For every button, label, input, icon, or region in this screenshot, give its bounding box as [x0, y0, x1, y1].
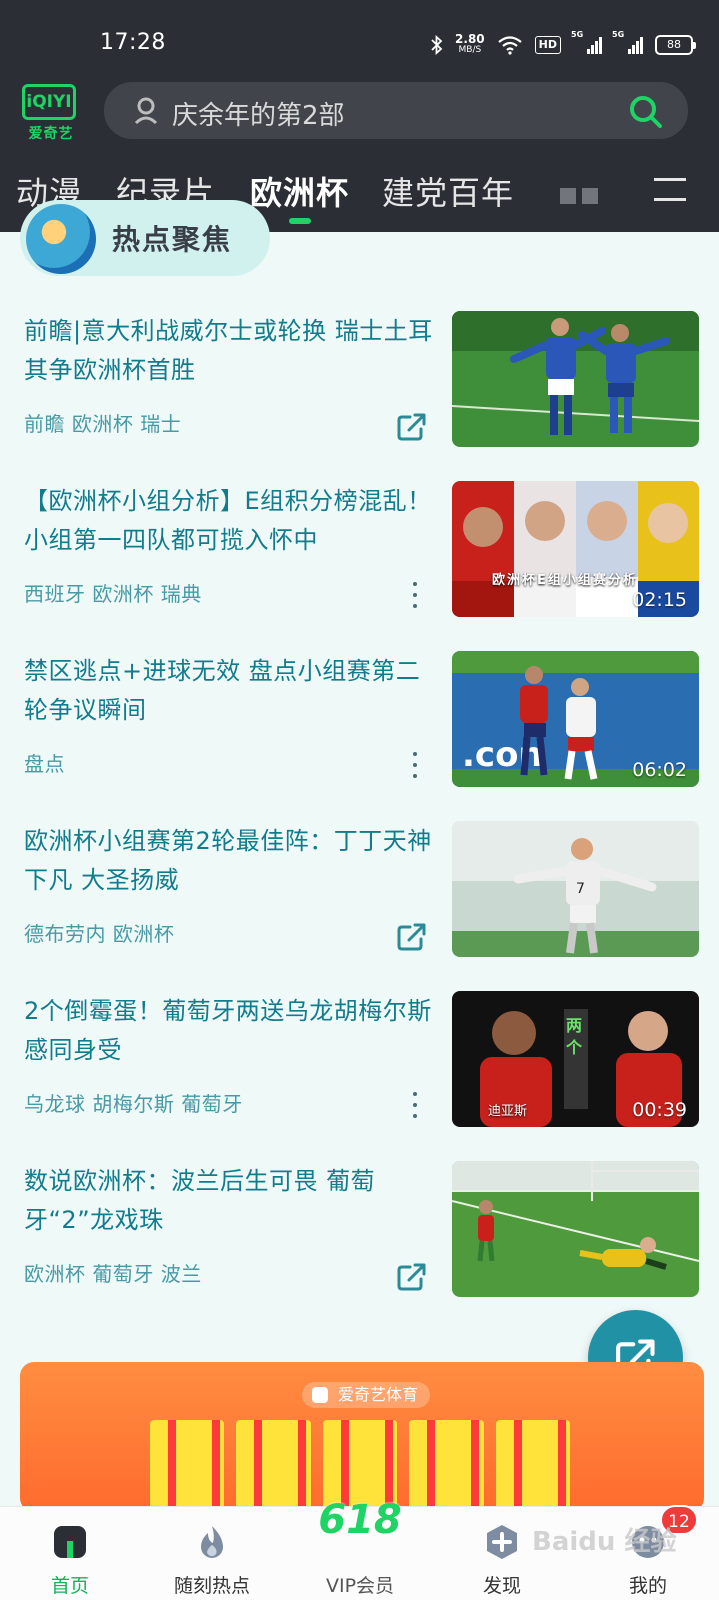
nav-hot-label: 随刻热点 — [173, 1575, 250, 1597]
nav-discover-label: 发现 — [482, 1575, 521, 1597]
feed-item[interactable]: 前瞻|意大利战威尔士或轮换 瑞士土耳其争欧洲杯首胜 前瞻 欧洲杯 瑞士 — [0, 300, 719, 450]
tab-euro-cup[interactable]: 欧洲杯 — [250, 168, 349, 214]
network-speed-value: 2.80 — [455, 32, 485, 46]
share-icon[interactable] — [396, 922, 428, 952]
vip-618-promo[interactable]: 618 — [300, 1493, 420, 1547]
network-speed-unit: MB/S — [458, 45, 482, 55]
video-thumbnail[interactable]: 7 — [452, 821, 699, 957]
feed-item-tags: 欧洲杯 葡萄牙 波兰 — [24, 1262, 202, 1286]
feed-item-title[interactable]: 2个倒霉蛋！葡萄牙两送乌龙胡梅尔斯感同身受 — [24, 992, 434, 1070]
feed-item-title[interactable]: 【欧洲杯小组分析】E组积分榜混乱！小组第一四队都可揽入怀中 — [24, 482, 434, 560]
feed-item[interactable]: 数说欧洲杯：波兰后生可畏 葡萄牙“2”龙戏珠 欧洲杯 葡萄牙 波兰 — [0, 1150, 719, 1300]
app-header: 17:28 2.80 MB/S HD 5G 5G 88 iQIYI 爱奇艺 庆余… — [0, 0, 719, 232]
wifi-icon — [497, 36, 522, 55]
feed-item[interactable]: 禁区逃点+进球无效 盘点小组赛第二轮争议瞬间 盘点 .con 06:02 — [0, 640, 719, 790]
hd-badge: HD — [534, 36, 561, 54]
feed-item-title[interactable]: 欧洲杯小组赛第2轮最佳阵：丁丁天神下凡 大圣扬威 — [24, 822, 434, 900]
more-icon[interactable] — [410, 1092, 420, 1118]
hot-focus-badge: 热点聚焦 — [20, 200, 270, 276]
thumbnail-image: 7 — [452, 821, 699, 957]
banner-brand: 爱奇艺体育 — [302, 1382, 431, 1408]
logo-text: 爱奇艺 — [28, 126, 74, 142]
search-icon[interactable] — [628, 94, 664, 130]
video-duration: 02:15 — [632, 589, 687, 611]
bluetooth-icon — [431, 35, 443, 55]
feed-item-tags: 乌龙球 胡梅尔斯 葡萄牙 — [24, 1092, 243, 1116]
flame-icon — [201, 1526, 223, 1558]
video-duration: 00:39 — [632, 1099, 687, 1121]
watermark: Baidu 经验 — [532, 1527, 677, 1557]
nav-home[interactable]: 首页 — [0, 1507, 140, 1600]
network-speed: 2.80 MB/S — [455, 32, 485, 56]
status-time: 17:28 — [100, 30, 166, 55]
more-icon[interactable] — [410, 582, 420, 608]
home-icon — [54, 1526, 86, 1558]
signal-label-2: 5G — [612, 30, 625, 39]
feed-item-title[interactable]: 数说欧洲杯：波兰后生可畏 葡萄牙“2”龙戏珠 — [24, 1162, 434, 1240]
video-thumbnail[interactable] — [452, 311, 699, 447]
location-pin-icon — [134, 97, 158, 125]
search-input[interactable]: 庆余年的第2部 — [172, 95, 345, 132]
nav-hot[interactable]: 随刻热点 — [142, 1507, 282, 1600]
channel-menu-icon[interactable] — [654, 178, 686, 202]
video-thumbnail[interactable]: 两 个 迪亚斯 00:39 — [452, 991, 699, 1127]
feed-item-tags: 前瞻 欧洲杯 瑞士 — [24, 412, 182, 436]
feed-item[interactable]: 【欧洲杯小组分析】E组积分榜混乱！小组第一四队都可揽入怀中 西班牙 欧洲杯 瑞典… — [0, 470, 719, 620]
nav-vip-label: VIP会员 — [325, 1575, 395, 1597]
nav-mine-label: 我的 — [628, 1575, 667, 1597]
tab-party-centenary[interactable]: 建党百年 — [382, 168, 514, 214]
feed-item-title[interactable]: 前瞻|意大利战威尔士或轮换 瑞士土耳其争欧洲杯首胜 — [24, 312, 434, 390]
promo-banner[interactable]: 爱奇艺体育 — [20, 1362, 704, 1512]
feed-item-tags: 德布劳内 欧洲杯 — [24, 922, 175, 946]
active-tab-indicator — [289, 218, 311, 224]
logo-mark: iQIYI — [22, 84, 76, 120]
share-icon[interactable] — [396, 1262, 428, 1292]
feed-item-tags: 西班牙 欧洲杯 瑞典 — [24, 582, 202, 606]
share-icon[interactable] — [396, 412, 428, 442]
discover-plus-icon — [487, 1525, 517, 1559]
status-icons: 2.80 MB/S HD 5G 5G 88 — [431, 30, 696, 60]
svg-text:个: 个 — [565, 1038, 583, 1057]
feed-item-tags: 盘点 — [24, 752, 65, 776]
thumbnail-image — [452, 311, 699, 447]
feed-item[interactable]: 欧洲杯小组赛第2轮最佳阵：丁丁天神下凡 大圣扬威 德布劳内 欧洲杯 7 — [0, 810, 719, 960]
svg-text:两: 两 — [566, 1016, 582, 1035]
video-thumbnail[interactable]: 欧洲杯E组小组赛分析 02:15 — [452, 481, 699, 617]
nav-home-label: 首页 — [50, 1575, 89, 1597]
signal-5g-2: 5G — [612, 30, 643, 54]
signal-5g-1: 5G — [571, 30, 602, 54]
feed-item[interactable]: 2个倒霉蛋！葡萄牙两送乌龙胡梅尔斯感同身受 乌龙球 胡梅尔斯 葡萄牙 两 个 迪… — [0, 980, 719, 1130]
svg-text:.con: .con — [462, 735, 543, 775]
feed-item-title[interactable]: 禁区逃点+进球无效 盘点小组赛第二轮争议瞬间 — [24, 652, 434, 730]
app-logo[interactable]: iQIYI 爱奇艺 — [22, 84, 80, 146]
video-thumbnail[interactable] — [452, 1161, 699, 1297]
search-bar[interactable]: 庆余年的第2部 — [104, 82, 688, 139]
bottom-navigation: 首页 随刻热点 VIP会员 618 发现 我的 12 Baidu 经验 — [0, 1497, 719, 1600]
thumbnail-image — [452, 1161, 699, 1297]
svg-text:7: 7 — [576, 881, 585, 897]
section-title: 热点聚焦 — [112, 223, 233, 256]
status-bar: 17:28 2.80 MB/S HD 5G 5G 88 — [0, 0, 719, 84]
video-duration: 06:02 — [632, 759, 687, 781]
euro-ball-icon — [26, 204, 96, 274]
tab-obscured — [560, 188, 616, 206]
thumbnail-caption: 欧洲杯E组小组赛分析 — [492, 573, 638, 588]
more-icon[interactable] — [410, 752, 420, 778]
video-thumbnail[interactable]: .con 06:02 — [452, 651, 699, 787]
battery-icon: 88 — [655, 35, 696, 55]
thumbnail-caption: 迪亚斯 — [488, 1104, 528, 1119]
signal-label-1: 5G — [571, 30, 584, 39]
